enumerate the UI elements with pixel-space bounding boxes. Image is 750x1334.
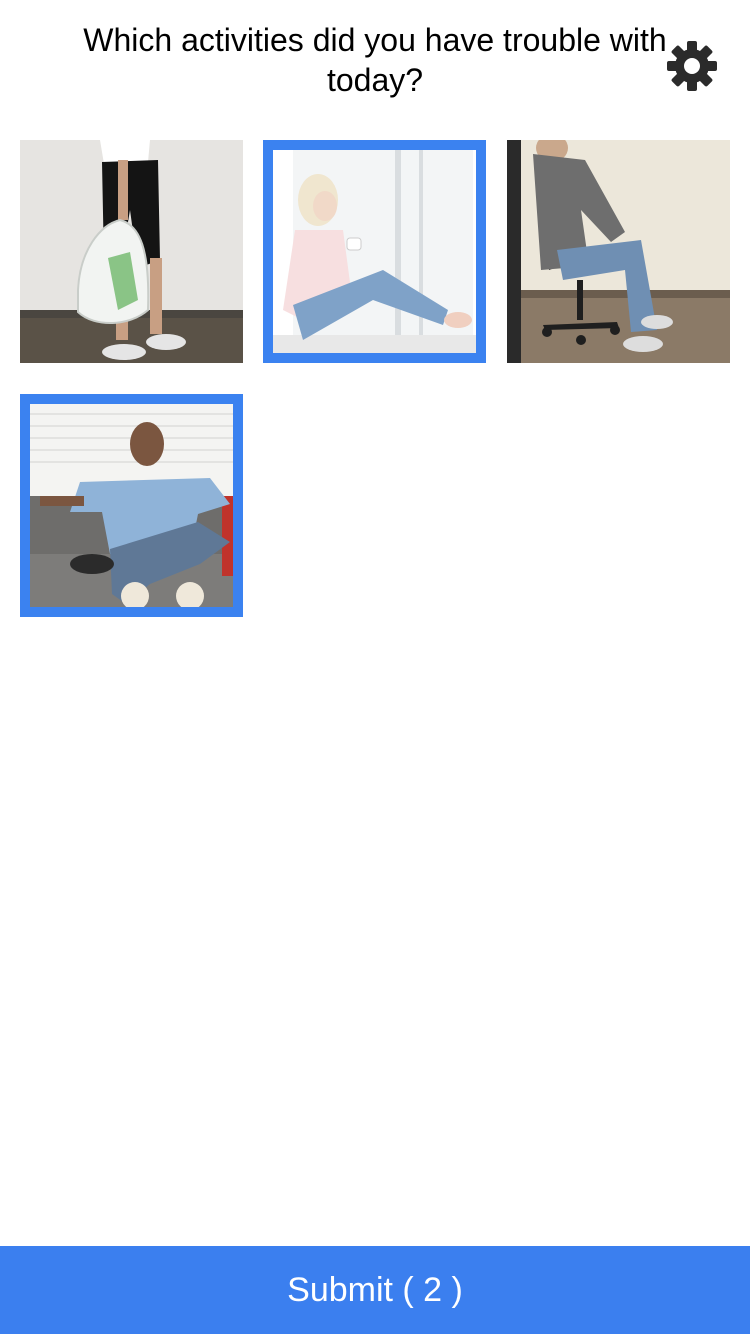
activity-photo-sitting-on-couch <box>30 404 233 607</box>
activity-tile-carrying-groceries[interactable] <box>20 140 243 363</box>
gear-icon <box>667 41 717 91</box>
activity-tile-sitting-on-floor[interactable] <box>263 140 486 363</box>
activity-photo-carrying-groceries <box>20 140 243 363</box>
activity-photo-sitting-in-chair <box>507 140 730 363</box>
activity-photo-sitting-on-floor <box>273 150 476 353</box>
activity-tile-sitting-on-couch[interactable] <box>20 394 243 617</box>
submit-button[interactable]: Submit ( 2 ) <box>0 1246 750 1334</box>
header: Which activities did you have trouble wi… <box>0 0 750 130</box>
page-title: Which activities did you have trouble wi… <box>83 22 667 98</box>
settings-button[interactable] <box>664 38 720 94</box>
activity-tile-sitting-in-chair[interactable] <box>507 140 730 363</box>
activity-selection-screen: Which activities did you have trouble wi… <box>0 0 750 1334</box>
